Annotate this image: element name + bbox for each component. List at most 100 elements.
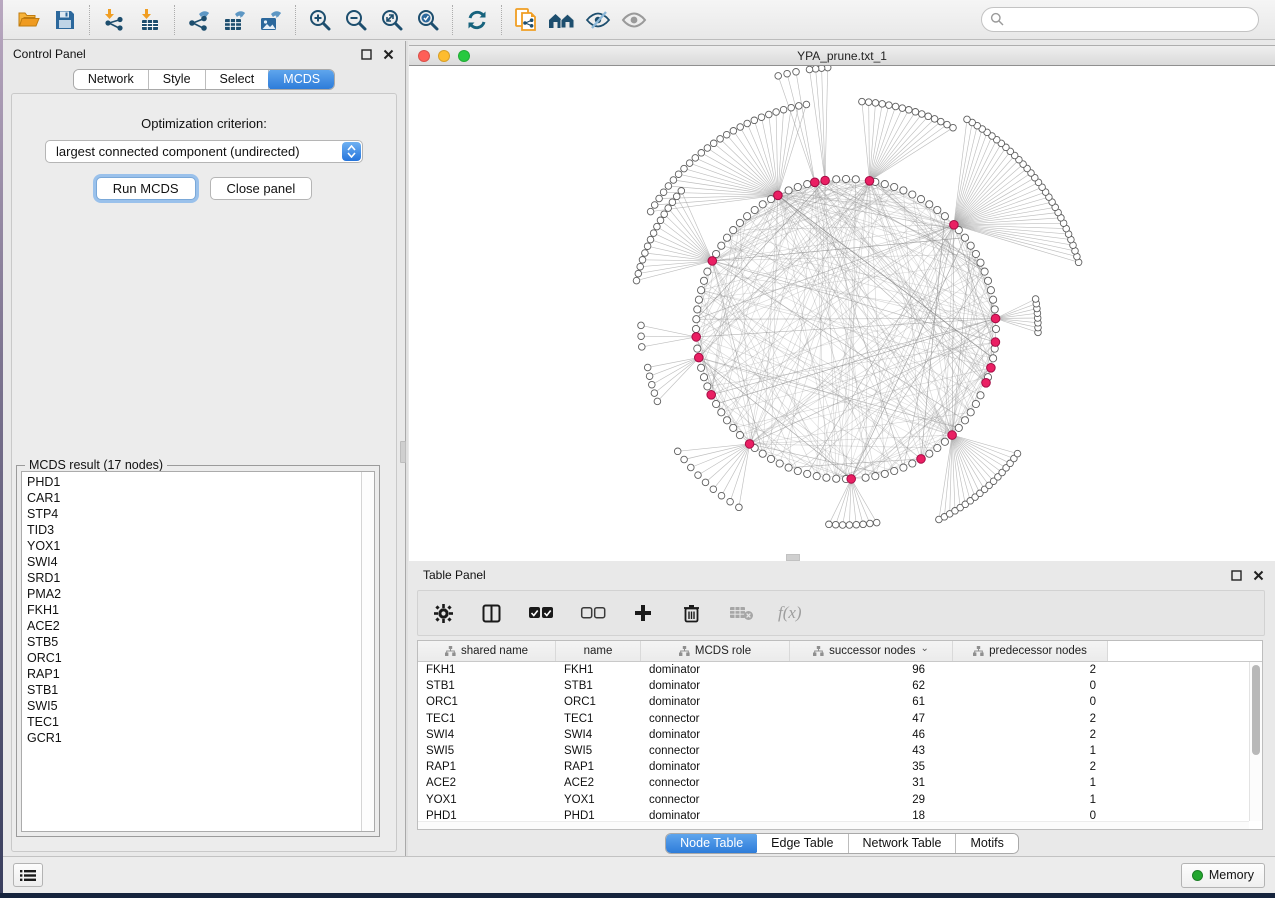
table-row-orc1[interactable]: ORC1ORC1dominator610 <box>418 694 1262 710</box>
mcds-node-fkh1[interactable]: FKH1 <box>27 602 360 618</box>
criterion-dropdown[interactable]: largest connected component (undirected) <box>45 140 363 163</box>
column-layout-button[interactable] <box>478 597 504 629</box>
column-header-mcds-role[interactable]: MCDS role <box>641 641 790 661</box>
close-panel-action-button[interactable]: Close panel <box>210 177 313 200</box>
splitter-grip[interactable] <box>400 441 406 463</box>
mcds-node-tec1[interactable]: TEC1 <box>27 714 360 730</box>
network-view-window: YPA_prune.txt_1 <box>409 45 1275 561</box>
table-vertical-scrollbar[interactable] <box>1249 662 1262 821</box>
close-window-button[interactable] <box>418 50 430 62</box>
mcds-node-car1[interactable]: CAR1 <box>27 490 360 506</box>
mcds-node-gcr1[interactable]: GCR1 <box>27 730 360 746</box>
mcds-node-stb1[interactable]: STB1 <box>27 682 360 698</box>
zoom-fit-button[interactable] <box>374 4 410 36</box>
delete-table-button[interactable] <box>726 597 756 629</box>
zoom-out-button[interactable] <box>338 4 374 36</box>
hide-selected-button[interactable] <box>580 4 616 36</box>
column-header-name[interactable]: name <box>556 641 641 661</box>
mcds-node-swi5[interactable]: SWI5 <box>27 698 360 714</box>
mcds-node-yox1[interactable]: YOX1 <box>27 538 360 554</box>
zoom-selected-button[interactable] <box>410 4 446 36</box>
export-network-button[interactable] <box>181 4 217 36</box>
tab-motifs[interactable]: Motifs <box>956 834 1017 853</box>
import-table-button[interactable] <box>132 4 168 36</box>
settings-gear-icon <box>434 604 453 623</box>
open-button[interactable] <box>11 4 47 36</box>
mcds-node-stp4[interactable]: STP4 <box>27 506 360 522</box>
column-header-predecessor-nodes[interactable]: predecessor nodes <box>953 641 1108 661</box>
network-window-titlebar[interactable]: YPA_prune.txt_1 <box>409 45 1275 66</box>
maximize-window-button[interactable] <box>458 50 470 62</box>
main-toolbar <box>3 0 1275 40</box>
plus-icon <box>634 604 652 622</box>
show-all-button[interactable] <box>616 4 652 36</box>
table-row-fkh1[interactable]: FKH1FKH1dominator962 <box>418 662 1262 678</box>
search-input[interactable] <box>981 7 1259 32</box>
mcds-node-swi4[interactable]: SWI4 <box>27 554 360 570</box>
cell-predecessor-nodes: 1 <box>953 792 1108 808</box>
toolbar-separator <box>501 5 502 35</box>
zoom-in-button[interactable] <box>302 4 338 36</box>
mcds-node-tid3[interactable]: TID3 <box>27 522 360 538</box>
table-settings-button[interactable] <box>430 597 456 629</box>
mcds-node-rap1[interactable]: RAP1 <box>27 666 360 682</box>
mcds-node-pma2[interactable]: PMA2 <box>27 586 360 602</box>
tab-mcds[interactable]: MCDS <box>268 69 335 90</box>
tab-edge-table[interactable]: Edge Table <box>757 834 848 853</box>
float-panel-button[interactable] <box>359 47 373 61</box>
cell-predecessor-nodes: 1 <box>953 743 1108 759</box>
network-canvas[interactable] <box>409 66 1275 561</box>
tab-network-table[interactable]: Network Table <box>849 834 957 853</box>
cell-successor-nodes: 35 <box>790 759 953 775</box>
float-window-icon <box>361 49 372 60</box>
mcds-list-scrollbar[interactable] <box>361 472 374 831</box>
first-neighbors-button[interactable] <box>544 4 580 36</box>
deselect-all-button[interactable] <box>578 597 608 629</box>
table-row-yox1[interactable]: YOX1YOX1connector291 <box>418 792 1262 808</box>
vertical-splitter[interactable] <box>405 41 408 856</box>
table-row-swi4[interactable]: SWI4SWI4dominator462 <box>418 727 1262 743</box>
table-horizontal-scrollbar[interactable] <box>418 821 1249 829</box>
table-row-swi5[interactable]: SWI5SWI5connector431 <box>418 743 1262 759</box>
show-tasks-button[interactable] <box>13 863 43 887</box>
add-column-button[interactable] <box>630 597 656 629</box>
table-row-rap1[interactable]: RAP1RAP1dominator352 <box>418 759 1262 775</box>
table-row-stb1[interactable]: STB1STB1dominator620 <box>418 678 1262 694</box>
delete-column-button[interactable] <box>678 597 704 629</box>
mcds-node-ace2[interactable]: ACE2 <box>27 618 360 634</box>
tab-style[interactable]: Style <box>149 70 206 89</box>
horizontal-splitter-grip[interactable] <box>786 554 800 561</box>
close-panel-button[interactable] <box>381 47 395 61</box>
tab-network[interactable]: Network <box>74 70 149 89</box>
import-network-button[interactable] <box>96 4 132 36</box>
export-table-button[interactable] <box>217 4 253 36</box>
table-row-ace2[interactable]: ACE2ACE2connector311 <box>418 775 1262 791</box>
mcds-node-orc1[interactable]: ORC1 <box>27 650 360 666</box>
export-image-button[interactable] <box>253 4 289 36</box>
memory-button[interactable]: Memory <box>1181 863 1265 888</box>
function-builder-label[interactable]: f(x) <box>778 603 802 623</box>
duplicate-network-icon <box>514 7 538 33</box>
shared-column-icon <box>679 646 690 656</box>
column-header-shared-name[interactable]: shared name <box>418 641 556 661</box>
float-table-panel-button[interactable] <box>1229 568 1243 582</box>
mcds-node-phd1[interactable]: PHD1 <box>27 474 360 490</box>
minimize-window-button[interactable] <box>438 50 450 62</box>
run-mcds-button[interactable]: Run MCDS <box>96 177 196 200</box>
column-header-successor-nodes[interactable]: successor nodes⌄ <box>790 641 953 661</box>
tab-node-table[interactable]: Node Table <box>665 833 758 854</box>
cell-successor-nodes: 43 <box>790 743 953 759</box>
mcds-node-stb5[interactable]: STB5 <box>27 634 360 650</box>
table-row-tec1[interactable]: TEC1TEC1connector472 <box>418 711 1262 727</box>
refresh-button[interactable] <box>459 4 495 36</box>
scrollbar-thumb[interactable] <box>1252 665 1260 755</box>
cell-predecessor-nodes: 2 <box>953 662 1108 678</box>
save-button[interactable] <box>47 4 83 36</box>
cell-name: FKH1 <box>556 662 641 678</box>
select-all-button[interactable] <box>526 597 556 629</box>
duplicate-network-button[interactable] <box>508 4 544 36</box>
close-table-panel-button[interactable] <box>1251 568 1265 582</box>
cell-predecessor-nodes: 2 <box>953 727 1108 743</box>
tab-select[interactable]: Select <box>206 70 270 89</box>
mcds-node-srd1[interactable]: SRD1 <box>27 570 360 586</box>
